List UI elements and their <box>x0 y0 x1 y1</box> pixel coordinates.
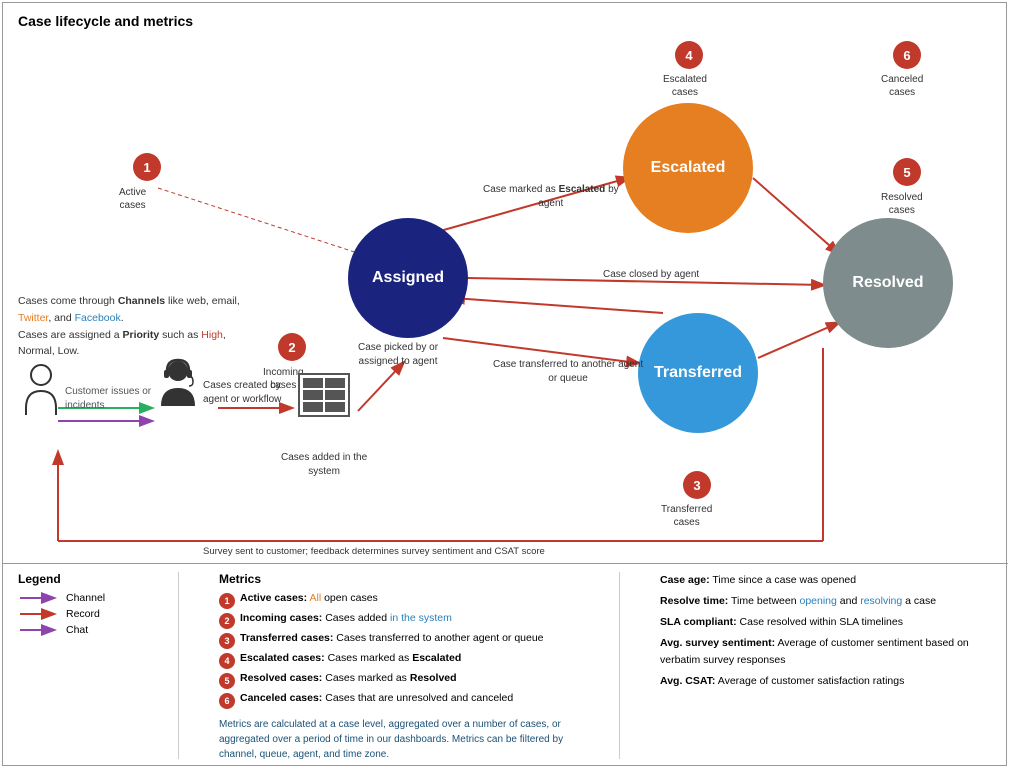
main-container: Case lifecycle and metrics <box>2 2 1007 766</box>
right-metric-survey: Avg. survey sentiment: Average of custom… <box>660 635 993 671</box>
queue-icon <box>298 373 350 417</box>
divider-2 <box>619 572 620 759</box>
right-metric-case-age: Case age: Time since a case was opened <box>660 572 993 590</box>
metric-5: 5 Resolved cases: Cases marked as Resolv… <box>219 672 579 689</box>
chat-label: Chat <box>66 624 88 636</box>
right-metric-csat: Avg. CSAT: Average of customer satisfact… <box>660 673 993 691</box>
right-metrics-col: Case age: Time since a case was opened R… <box>660 572 993 759</box>
badge-2: 2 <box>278 333 306 361</box>
legend-record: Record <box>18 608 138 620</box>
agent-workflow-label: Cases created byagent or workflow <box>203 379 281 407</box>
divider-1 <box>178 572 179 759</box>
record-label: Record <box>66 608 100 620</box>
info-text: Cases come through Channels like web, em… <box>18 293 258 360</box>
closed-label: Case closed by agent <box>603 268 699 282</box>
legend-area: Legend Channel <box>3 563 1008 767</box>
metric-badge-1: 1 <box>219 593 235 609</box>
legend-title: Legend <box>18 572 138 586</box>
metrics-note: Metrics are calculated at a case level, … <box>219 717 579 762</box>
transferred-label: Case transferred to another agentor queu… <box>493 358 643 386</box>
right-metric-resolve-time: Resolve time: Time between opening and r… <box>660 593 993 611</box>
node-escalated: Escalated <box>623 103 753 233</box>
cases-added-label: Cases added in thesystem <box>281 451 367 479</box>
metric-3: 3 Transferred cases: Cases transferred t… <box>219 632 579 649</box>
metric-1: 1 Active cases: All open cases <box>219 592 579 609</box>
metric-badge-4: 4 <box>219 653 235 669</box>
diagram-area: Case lifecycle and metrics <box>3 3 1008 563</box>
metric-badge-6: 6 <box>219 693 235 709</box>
node-transferred: Transferred <box>638 313 758 433</box>
survey-text: Survey sent to customer; feedback determ… <box>203 546 545 557</box>
customer-icon <box>21 363 61 421</box>
legend-col: Legend Channel <box>18 572 138 759</box>
metrics-col: Metrics 1 Active cases: All open cases 2… <box>219 572 579 759</box>
badge-5-label: Resolvedcases <box>881 191 923 217</box>
metric-badge-5: 5 <box>219 673 235 689</box>
badge-4-label: Escalatedcases <box>663 73 707 99</box>
right-metric-sla: SLA compliant: Case resolved within SLA … <box>660 614 993 632</box>
metric-4: 4 Escalated cases: Cases marked as Escal… <box>219 652 579 669</box>
legend-chat: Chat <box>18 624 138 636</box>
metric-badge-2: 2 <box>219 613 235 629</box>
legend-channel: Channel <box>18 592 138 604</box>
metric-2: 2 Incoming cases: Cases added in the sys… <box>219 612 579 629</box>
case-picked-label: Case picked by orassigned to agent <box>358 341 438 369</box>
badge-6-label: Canceledcases <box>881 73 923 99</box>
chat-arrow-icon <box>18 624 58 636</box>
metrics-title: Metrics <box>219 572 579 586</box>
node-assigned: Assigned <box>348 218 468 338</box>
metric-6: 6 Canceled cases: Cases that are unresol… <box>219 692 579 709</box>
badge-1: 1 <box>133 153 161 181</box>
customer-issues-label: Customer issues orincidents <box>65 385 151 413</box>
metric-badge-3: 3 <box>219 633 235 649</box>
channel-arrow-icon <box>18 592 58 604</box>
badge-1-label: Activecases <box>119 186 146 212</box>
badge-6: 6 <box>893 41 921 69</box>
badge-3-label: Transferredcases <box>661 503 712 529</box>
agent-icon <box>153 358 203 419</box>
badge-4: 4 <box>675 41 703 69</box>
record-arrow-icon <box>18 608 58 620</box>
channel-label: Channel <box>66 592 105 604</box>
node-resolved: Resolved <box>823 218 953 348</box>
escalated-label: Case marked as Escalated byagent <box>483 183 619 211</box>
page-title: Case lifecycle and metrics <box>18 13 193 29</box>
badge-3: 3 <box>683 471 711 499</box>
badge-5: 5 <box>893 158 921 186</box>
